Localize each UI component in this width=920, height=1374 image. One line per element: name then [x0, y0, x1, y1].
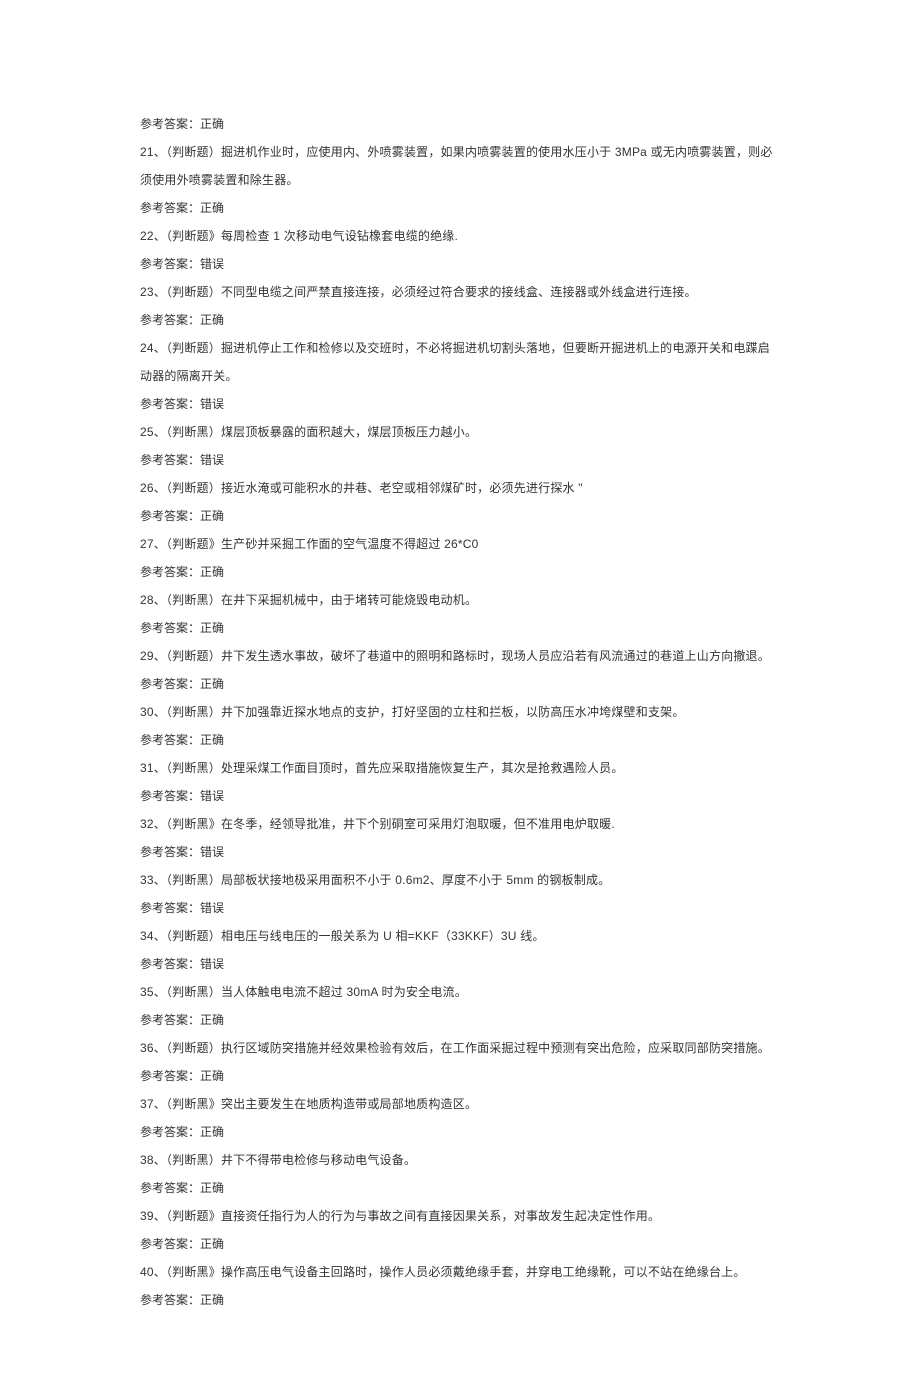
- answer-line: 参考答案：正确: [140, 1118, 780, 1146]
- question-text: 、（判断黑》突出主要发生在地质构造带或局部地质构造区。: [154, 1097, 477, 1111]
- question-number: 36: [140, 1041, 154, 1055]
- question-text: 、（判断题）掘进机作业时，应使用内、外喷雾装置，如果内喷雾装置的使用水压小于 3…: [140, 145, 773, 187]
- question-number: 29: [140, 649, 154, 663]
- question-line: 24、（判断题）掘进机停止工作和检修以及交班时，不必将掘进机切割头落地，但要断开…: [140, 334, 780, 390]
- answer-line: 参考答案：正确: [140, 1230, 780, 1258]
- question-text: 、（判断题）执行区域防突措施并经效果检验有效后，在工作面采掘过程中预测有突出危险…: [154, 1041, 770, 1055]
- question-line: 26、（判断题）接近水淹或可能积水的井巷、老空或相邻煤矿时，必须先进行探水 ": [140, 474, 780, 502]
- answer-line: 参考答案：正确: [140, 1006, 780, 1034]
- answer-line: 参考答案：正确: [140, 502, 780, 530]
- question-line: 30、（判断黑）井下加强靠近探水地点的支护，打好坚固的立柱和拦板，以防高压水冲垮…: [140, 698, 780, 726]
- answer-line: 参考答案：正确: [140, 110, 780, 138]
- answer-line: 参考答案：正确: [140, 558, 780, 586]
- question-text: 、（判断黑》在冬季，经领导批准，井下个别硐室可采用灯泡取暖，但不准用电炉取暖.: [154, 817, 615, 831]
- question-line: 35、（判断黑）当人体触电电流不超过 30mA 时为安全电流。: [140, 978, 780, 1006]
- question-number: 28: [140, 593, 154, 607]
- answer-line: 参考答案：正确: [140, 1286, 780, 1314]
- question-line: 40、（判断黑》操作高压电气设备主回路时，操作人员必须戴绝缘手套，并穿电工绝缘靴…: [140, 1258, 780, 1286]
- question-text: 、（判断题》直接资任指行为人的行为与事故之间有直接因果关系，对事故发生起决定性作…: [154, 1209, 660, 1223]
- question-text: 、（判断题）不同型电缆之间严禁直接连接，必须经过符合要求的接线盒、连接器或外线盒…: [154, 285, 697, 299]
- answer-line: 参考答案：正确: [140, 306, 780, 334]
- question-number: 39: [140, 1209, 154, 1223]
- question-line: 29、（判断题）井下发生透水事故，破坏了巷道中的照明和路标时，现场人员应沿若有风…: [140, 642, 780, 670]
- answer-line: 参考答案：错误: [140, 446, 780, 474]
- answer-line: 参考答案：正确: [140, 726, 780, 754]
- question-line: 21、（判断题）掘进机作业时，应使用内、外喷雾装置，如果内喷雾装置的使用水压小于…: [140, 138, 780, 194]
- document-page: 参考答案：正确21、（判断题）掘进机作业时，应使用内、外喷雾装置，如果内喷雾装置…: [0, 0, 920, 1374]
- question-text: 、（判断黑）当人体触电电流不超过 30mA 时为安全电流。: [154, 985, 467, 999]
- question-text: 、（判断题）掘进机停止工作和检修以及交班时，不必将掘进机切割头落地，但要断开掘进…: [140, 341, 770, 383]
- answer-line: 参考答案：正确: [140, 670, 780, 698]
- question-line: 33、（判断黑）局部板状接地极采用面积不小于 0.6m2、厚度不小于 5mm 的…: [140, 866, 780, 894]
- question-line: 28、（判断黑）在井下采掘机械中，由于堵转可能烧毁电动机。: [140, 586, 780, 614]
- answer-line: 参考答案：错误: [140, 250, 780, 278]
- question-text: 、（判断黑）煤层顶板暴露的面积越大，煤层顶板压力越小。: [154, 425, 477, 439]
- question-line: 39、（判断题》直接资任指行为人的行为与事故之间有直接因果关系，对事故发生起决定…: [140, 1202, 780, 1230]
- question-line: 38、（判断黑）井下不得带电检修与移动电气设备。: [140, 1146, 780, 1174]
- question-number: 22: [140, 229, 154, 243]
- question-line: 32、（判断黑》在冬季，经领导批准，井下个别硐室可采用灯泡取暖，但不准用电炉取暖…: [140, 810, 780, 838]
- question-line: 27、（判断题》生产砂并采掘工作面的空气温度不得超过 26*C0: [140, 530, 780, 558]
- question-text: 、（判断黑）井下不得带电检修与移动电气设备。: [154, 1153, 416, 1167]
- question-number: 31: [140, 761, 154, 775]
- answer-line: 参考答案：正确: [140, 1174, 780, 1202]
- answer-line: 参考答案：正确: [140, 194, 780, 222]
- question-text: 、（判断黑）处理采煤工作面目顶时，首先应采取措施恢复生产，其次是抢救遇险人员。: [154, 761, 624, 775]
- question-number: 32: [140, 817, 154, 831]
- question-text: 、（判断题》生产砂并采掘工作面的空气温度不得超过 26*C0: [154, 537, 479, 551]
- question-text: 、（判断题》每周检查 1 次移动电气设钻橡套电缆的绝缘.: [154, 229, 458, 243]
- question-number: 37: [140, 1097, 154, 1111]
- question-line: 37、（判断黑》突出主要发生在地质构造带或局部地质构造区。: [140, 1090, 780, 1118]
- answer-line: 参考答案：错误: [140, 950, 780, 978]
- question-number: 30: [140, 705, 154, 719]
- question-text: 、（判断黑》操作高压电气设备主回路时，操作人员必须戴绝缘手套，并穿电工绝缘靴，可…: [154, 1265, 746, 1279]
- question-number: 38: [140, 1153, 154, 1167]
- question-line: 36、（判断题）执行区域防突措施并经效果检验有效后，在工作面采掘过程中预测有突出…: [140, 1034, 780, 1062]
- question-text: 、（判断黑）井下加强靠近探水地点的支护，打好坚固的立柱和拦板，以防高压水冲垮煤壁…: [154, 705, 685, 719]
- answer-line: 参考答案：错误: [140, 894, 780, 922]
- answer-line: 参考答案：正确: [140, 614, 780, 642]
- answer-line: 参考答案：正确: [140, 1062, 780, 1090]
- question-line: 22、（判断题》每周检查 1 次移动电气设钻橡套电缆的绝缘.: [140, 222, 780, 250]
- question-line: 25、（判断黑）煤层顶板暴露的面积越大，煤层顶板压力越小。: [140, 418, 780, 446]
- answer-line: 参考答案：错误: [140, 838, 780, 866]
- question-number: 34: [140, 929, 154, 943]
- question-number: 25: [140, 425, 154, 439]
- question-number: 21: [140, 145, 154, 159]
- answer-line: 参考答案：错误: [140, 390, 780, 418]
- question-number: 26: [140, 481, 154, 495]
- question-number: 35: [140, 985, 154, 999]
- question-text: 、（判断黑）在井下采掘机械中，由于堵转可能烧毁电动机。: [154, 593, 477, 607]
- question-text: 、（判断题）相电压与线电压的一般关系为 U 相=KKF（33KKF）3U 线。: [154, 929, 545, 943]
- question-text: 、（判断题）接近水淹或可能积水的井巷、老空或相邻煤矿时，必须先进行探水 ": [154, 481, 583, 495]
- question-text: 、（判断题）井下发生透水事故，破坏了巷道中的照明和路标时，现场人员应沿若有风流通…: [154, 649, 770, 663]
- question-number: 33: [140, 873, 154, 887]
- question-line: 34、（判断题）相电压与线电压的一般关系为 U 相=KKF（33KKF）3U 线…: [140, 922, 780, 950]
- question-number: 40: [140, 1265, 154, 1279]
- question-number: 24: [140, 341, 154, 355]
- question-number: 27: [140, 537, 154, 551]
- answer-line: 参考答案：错误: [140, 782, 780, 810]
- question-number: 23: [140, 285, 154, 299]
- question-line: 31、（判断黑）处理采煤工作面目顶时，首先应采取措施恢复生产，其次是抢救遇险人员…: [140, 754, 780, 782]
- question-line: 23、（判断题）不同型电缆之间严禁直接连接，必须经过符合要求的接线盒、连接器或外…: [140, 278, 780, 306]
- question-text: 、（判断黑）局部板状接地极采用面积不小于 0.6m2、厚度不小于 5mm 的钢板…: [154, 873, 611, 887]
